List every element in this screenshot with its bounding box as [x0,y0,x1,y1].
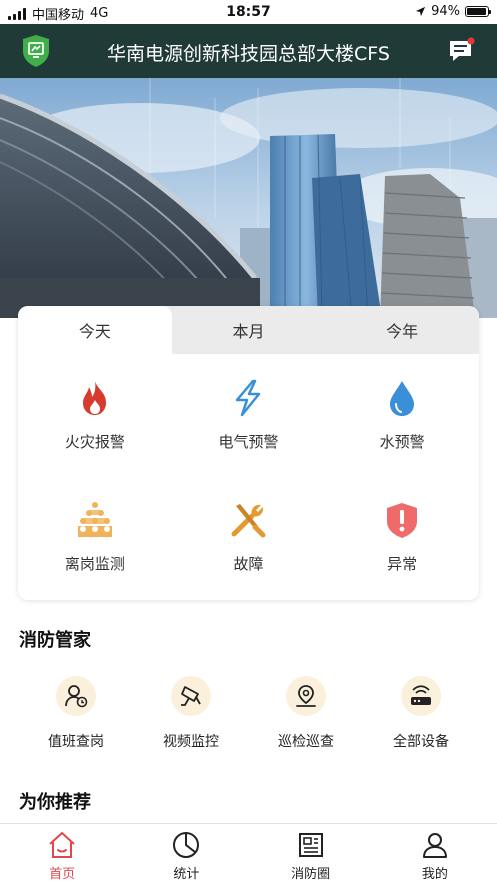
alarm-summary-card: 今天 本月 今年 火灾报警 电气预警 水预警 离岗监测 故障 异常 [18,306,479,600]
tab-this-month[interactable]: 本月 [172,306,326,354]
period-tabs: 今天 本月 今年 [18,306,479,354]
icon-circle [286,676,326,716]
steward-label: 视频监控 [163,734,219,750]
nav-label: 首页 [49,867,76,882]
home-icon [49,832,75,858]
location-pin-icon [296,685,316,707]
nav-label: 统计 [173,867,200,882]
steward-patrol[interactable]: 巡检巡查 [249,676,363,751]
alarm-label: 故障 [233,555,264,573]
alarm-abnormal[interactable]: 异常 [325,478,479,600]
alarm-fire[interactable]: 火灾报警 [18,356,172,478]
camera-icon [181,686,201,706]
tab-label: 今年 [386,322,419,341]
water-drop-icon [390,381,415,416]
steward-duty-check[interactable]: 值班查岗 [19,676,133,751]
fire-icon [82,381,106,415]
nav-mine[interactable]: 我的 [373,824,497,883]
nav-label: 消防圈 [291,867,331,882]
people-group-icon [77,502,112,537]
alarm-fault[interactable]: 故障 [172,478,326,600]
location-arrow-icon [416,6,426,17]
shield-screen-icon [23,35,49,67]
icon-circle [56,676,96,716]
icon-circle [171,676,211,716]
tab-today[interactable]: 今天 [18,306,172,354]
steward-label: 巡检巡查 [278,734,334,750]
page-title: 华南电源创新科技园总部大楼CFS [107,43,390,65]
nav-label: 我的 [421,867,448,882]
nav-home[interactable]: 首页 [0,824,124,883]
alarm-label: 火灾报警 [64,433,125,451]
hero-banner[interactable] [0,78,497,318]
news-icon [298,833,323,857]
icon-circle [401,676,441,716]
steward-section-title: 消防管家 [19,630,91,651]
steward-video[interactable]: 视频监控 [134,676,248,751]
user-clock-icon [65,685,88,708]
alarm-absence[interactable]: 离岗监测 [18,478,172,600]
alarm-grid: 火灾报警 电气预警 水预警 离岗监测 故障 异常 [18,354,479,600]
router-icon [411,685,431,705]
app-header: 华南电源创新科技园总部大楼CFS [0,24,497,78]
alarm-label: 水预警 [379,433,425,451]
nav-fire-circle[interactable]: 消防圈 [249,824,373,883]
tab-this-year[interactable]: 今年 [325,306,479,354]
recommend-section-title: 为你推荐 [19,792,91,813]
lightning-icon [236,379,261,417]
status-bar: 中国移动 4G 18:57 94% [0,0,497,24]
shield-alert-icon [387,503,418,538]
tab-label: 今天 [78,322,111,341]
steward-label: 全部设备 [393,734,449,750]
alarm-label: 离岗监测 [64,555,125,573]
nav-statistics[interactable]: 统计 [124,824,248,883]
alarm-label: 异常 [387,555,418,573]
battery-percent: 94% [431,4,460,19]
message-icon[interactable] [447,37,475,65]
pie-chart-icon [173,832,200,858]
wrench-screwdriver-icon [231,504,266,538]
user-icon [422,833,447,858]
battery-fill [467,8,486,15]
alarm-water[interactable]: 水预警 [325,356,479,478]
city-buildings-photo [0,78,497,318]
steward-label: 值班查岗 [48,734,104,750]
steward-grid: 值班查岗 视频监控 巡检巡查 全部设备 [0,676,497,751]
steward-all-devices[interactable]: 全部设备 [364,676,478,751]
status-right: 94% [415,4,491,19]
battery-icon [465,6,491,17]
alarm-label: 电气预警 [218,433,279,451]
alarm-electric[interactable]: 电气预警 [172,356,326,478]
app-screen: 中国移动 4G 18:57 94% 华南电源创新科技园总部大楼CFS 今天 本月… [0,0,497,883]
tab-label: 本月 [232,322,265,341]
bottom-nav: 首页 统计 消防圈 我的 [0,823,497,883]
